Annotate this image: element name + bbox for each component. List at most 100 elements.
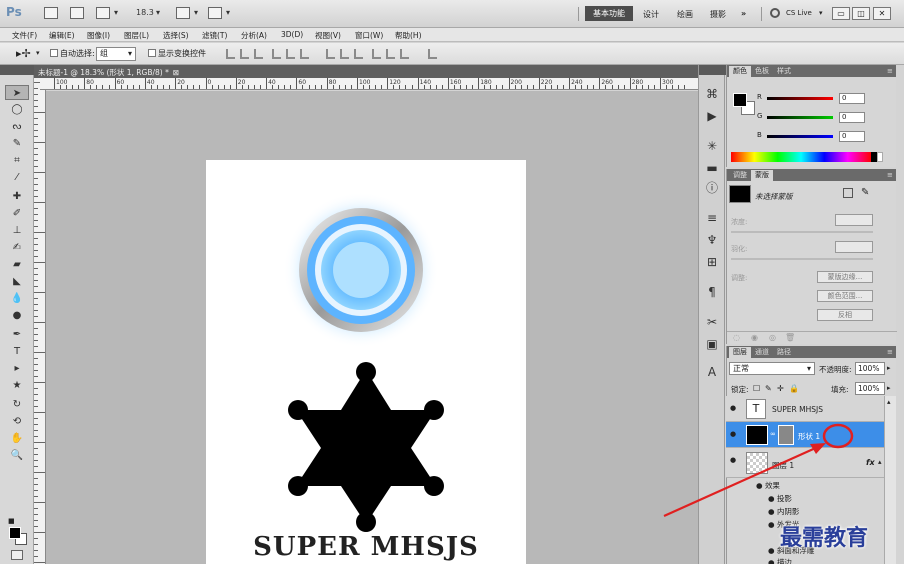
- scroll-up-icon[interactable]: ▴: [887, 398, 891, 406]
- feather-input[interactable]: [835, 241, 873, 253]
- layer-name[interactable]: SUPER MHSJS: [772, 405, 823, 414]
- restore-button[interactable]: ◫: [852, 7, 870, 20]
- load-selection-icon[interactable]: ◌: [733, 333, 740, 342]
- pixel-mask-icon[interactable]: [843, 188, 853, 198]
- vector-mask-icon[interactable]: ✎: [861, 187, 869, 198]
- arrange-dropdown-icon[interactable]: ▾: [194, 8, 198, 17]
- lock-position-icon[interactable]: ✛: [777, 384, 784, 393]
- tools-panel-grip[interactable]: [0, 65, 34, 75]
- type-tool-icon[interactable]: T: [5, 344, 29, 359]
- close-button[interactable]: ✕: [873, 7, 891, 20]
- menu-help[interactable]: 帮助(H): [395, 30, 422, 41]
- mini-bridge-icon[interactable]: [70, 7, 84, 19]
- lock-all-icon[interactable]: 🔒: [789, 384, 799, 393]
- spot-healing-tool-icon[interactable]: ✚: [5, 189, 29, 204]
- screen-mode-icon[interactable]: [208, 7, 222, 19]
- bridge-icon[interactable]: [44, 7, 58, 19]
- distribute-top-icon[interactable]: [326, 49, 335, 59]
- layer-visibility-eye-icon[interactable]: ●: [730, 404, 740, 412]
- tab-styles[interactable]: 样式: [773, 66, 795, 77]
- 3d-orbit-tool-icon[interactable]: ⟲: [5, 414, 29, 429]
- effect-row[interactable]: ● 投影: [768, 493, 792, 505]
- workspace-painting-button[interactable]: 绘画: [677, 9, 693, 20]
- view-extras-icon[interactable]: [96, 7, 110, 19]
- workspace-essentials-button[interactable]: 基本功能: [585, 6, 633, 21]
- distribute-vcenter-icon[interactable]: [340, 49, 349, 59]
- blend-mode-dropdown[interactable]: 正常 ▾: [729, 362, 815, 375]
- density-slider[interactable]: [731, 231, 873, 233]
- view-extras-dropdown-icon[interactable]: ▾: [114, 8, 118, 17]
- panel-menu-icon[interactable]: ≡: [883, 66, 897, 77]
- eyedropper-tool-icon[interactable]: ⁄: [5, 170, 29, 185]
- menu-select[interactable]: 选择(S): [163, 30, 189, 41]
- 3d-rotate-tool-icon[interactable]: ↻: [5, 397, 29, 412]
- layer-name[interactable]: 图层 1: [772, 460, 794, 471]
- eraser-tool-icon[interactable]: ▰: [5, 257, 29, 272]
- menu-file[interactable]: 文件(F): [12, 30, 37, 41]
- distribute-bottom-icon[interactable]: [354, 49, 363, 59]
- workspace-design-button[interactable]: 设计: [643, 9, 659, 20]
- actions-icon[interactable]: ▶: [703, 107, 721, 125]
- default-colors-icon[interactable]: ■: [8, 517, 15, 525]
- foreground-color-swatch[interactable]: [733, 93, 747, 107]
- channel-b-input[interactable]: 0: [839, 131, 865, 142]
- history-brush-tool-icon[interactable]: ✍: [5, 240, 29, 255]
- menu-filter[interactable]: 滤镜(T): [202, 30, 227, 41]
- move-tool-icon[interactable]: ➤: [5, 85, 29, 100]
- workspace-photography-button[interactable]: 摄影: [710, 9, 726, 20]
- cs-live-button[interactable]: CS Live: [786, 9, 812, 17]
- animation-icon[interactable]: ▣: [703, 335, 721, 353]
- tab-paths[interactable]: 路径: [773, 347, 795, 358]
- menu-layer[interactable]: 图层(L): [124, 30, 149, 41]
- apply-mask-icon[interactable]: ◉: [751, 333, 758, 342]
- history-icon[interactable]: ⌘: [703, 85, 721, 103]
- expand-effects-icon[interactable]: ▴: [878, 458, 882, 466]
- show-transform-checkbox[interactable]: [148, 49, 156, 57]
- link-icon[interactable]: ∞: [770, 430, 776, 438]
- lasso-tool-icon[interactable]: ᔓ: [5, 119, 29, 134]
- menu-window[interactable]: 窗口(W): [355, 30, 383, 41]
- eye-icon[interactable]: ●: [768, 546, 777, 555]
- path-selection-tool-icon[interactable]: ▸: [5, 361, 29, 376]
- clone-source-icon[interactable]: ♆: [703, 231, 721, 249]
- character-icon[interactable]: A: [703, 363, 721, 381]
- menu-image[interactable]: 图像(I): [87, 30, 110, 41]
- foreground-color-swatch[interactable]: [9, 527, 21, 539]
- close-document-icon[interactable]: ⊠: [173, 68, 179, 77]
- effect-row[interactable]: ● 描边: [768, 557, 792, 564]
- more-workspaces-button[interactable]: »: [741, 9, 746, 18]
- channel-r-input[interactable]: 0: [839, 93, 865, 104]
- tab-swatches[interactable]: 色板: [751, 66, 773, 77]
- tab-masks[interactable]: 蒙版: [751, 170, 773, 181]
- align-right-icon[interactable]: [300, 49, 309, 59]
- brush-tool-icon[interactable]: ✐: [5, 206, 29, 221]
- eye-icon[interactable]: ●: [756, 481, 765, 490]
- document-canvas[interactable]: SUPER MHSJS: [206, 160, 526, 564]
- auto-align-layers-icon[interactable]: [428, 49, 437, 59]
- auto-select-dropdown[interactable]: 组 ▾: [96, 47, 136, 61]
- channel-g-input[interactable]: 0: [839, 112, 865, 123]
- zoom-dropdown-icon[interactable]: ▾: [156, 8, 160, 17]
- distribute-left-icon[interactable]: [372, 49, 381, 59]
- layer-row-shape-selected[interactable]: ● ∞ 形状 1: [726, 422, 884, 448]
- channel-g-slider[interactable]: [767, 116, 833, 119]
- clone-stamp-tool-icon[interactable]: ⊥: [5, 223, 29, 238]
- layers-scrollbar[interactable]: ▴: [884, 396, 896, 564]
- move-tool-preset-icon[interactable]: ▸✢: [16, 47, 31, 60]
- quick-selection-tool-icon[interactable]: ✎: [5, 136, 29, 151]
- eye-icon[interactable]: ●: [768, 558, 777, 564]
- feather-slider[interactable]: [731, 258, 873, 260]
- dock-grip[interactable]: [699, 65, 726, 75]
- panel-menu-icon[interactable]: ≡: [883, 347, 897, 358]
- zoom-level[interactable]: 18.3: [136, 8, 154, 17]
- tab-channels[interactable]: 通道: [751, 347, 773, 358]
- marquee-tool-icon[interactable]: ◯: [5, 102, 29, 117]
- menu-edit[interactable]: 编辑(E): [49, 30, 75, 41]
- menu-3d[interactable]: 3D(D): [281, 30, 303, 39]
- blur-tool-icon[interactable]: 💧: [5, 291, 29, 306]
- channel-r-slider[interactable]: [767, 97, 833, 100]
- effects-group-row[interactable]: ● 效果: [756, 480, 780, 492]
- menu-analysis[interactable]: 分析(A): [241, 30, 267, 41]
- menu-view[interactable]: 视图(V): [315, 30, 341, 41]
- zoom-tool-icon[interactable]: 🔍: [5, 448, 29, 463]
